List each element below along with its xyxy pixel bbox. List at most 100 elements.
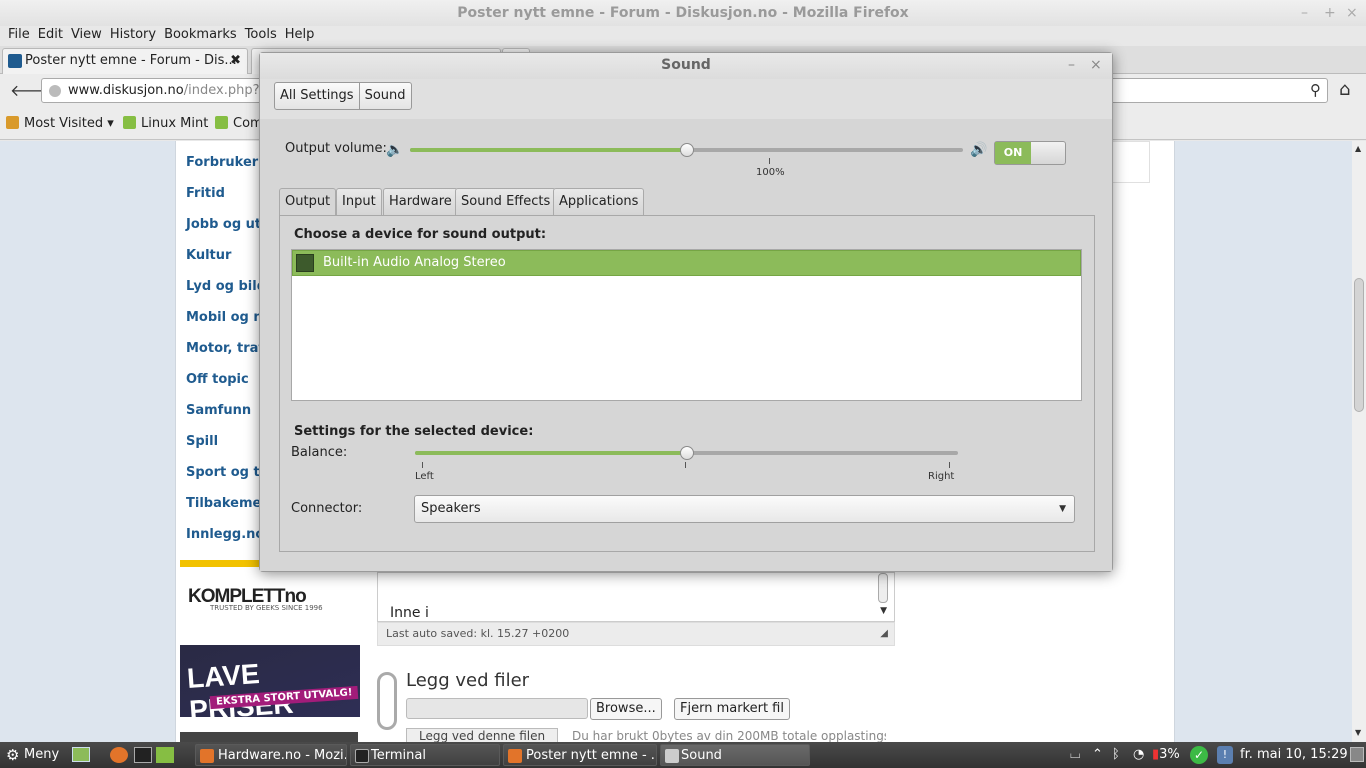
sound-settings-icon <box>665 749 679 763</box>
editor-text: Inne i <box>390 605 429 621</box>
firefox-launcher-icon[interactable] <box>110 747 128 763</box>
post-editor[interactable]: ▼ <box>377 572 895 622</box>
bookmark-most-visited[interactable]: Most Visited ▾ <box>6 116 114 131</box>
browser-tab-active[interactable]: Poster nytt emne - Forum - Dis... ✖ <box>2 48 248 74</box>
update-manager-icon[interactable]: ✓ <box>1190 746 1208 764</box>
gear-icon: ⚙ <box>6 746 20 764</box>
url-host: www.diskusjon.no <box>68 83 184 98</box>
menubar: File Edit View History Bookmarks Tools Help <box>0 26 1366 46</box>
scroll-down-icon[interactable]: ▼ <box>880 606 887 616</box>
clock[interactable]: fr. mai 10, 15:29 <box>1240 745 1348 765</box>
tab-hardware[interactable]: Hardware <box>383 188 458 215</box>
minimize-icon[interactable]: – <box>1068 53 1075 77</box>
device-name: Built-in Audio Analog Stereo <box>323 255 506 270</box>
forum-link[interactable]: Samfunn <box>186 403 251 418</box>
forum-link[interactable]: Fritid <box>186 186 225 201</box>
workspace-icon[interactable] <box>1350 747 1364 762</box>
bluetooth-icon[interactable]: ᛒ <box>1112 745 1120 765</box>
taskbar-window-hardware[interactable]: Hardware.no - Mozi... <box>195 744 347 766</box>
tab-sound-effects[interactable]: Sound Effects <box>455 188 557 215</box>
tab-input[interactable]: Input <box>336 188 382 215</box>
tab-applications[interactable]: Applications <box>553 188 645 215</box>
choose-device-heading: Choose a device for sound output: <box>294 227 547 242</box>
files-launcher-icon[interactable] <box>156 747 174 763</box>
editor-scrollbar[interactable] <box>878 573 888 603</box>
dialog-header: All Settings Sound <box>260 79 1112 119</box>
sound-crumb-button[interactable]: Sound <box>358 83 411 109</box>
scroll-down-icon[interactable]: ▼ <box>1355 728 1361 737</box>
browse-button[interactable]: Browse... <box>590 698 662 720</box>
file-path-field[interactable] <box>406 698 588 719</box>
forum-link[interactable]: Lyd og bild <box>186 279 266 294</box>
window-title: Poster nytt emne - Forum - Diskusjon.no … <box>457 5 909 21</box>
menu-file[interactable]: File <box>4 26 34 44</box>
close-icon[interactable]: × <box>1090 53 1102 77</box>
bookmark-label: Linux Mint <box>141 116 209 131</box>
forum-link[interactable]: Forbruker <box>186 155 258 170</box>
forum-link[interactable]: Off topic <box>186 372 249 387</box>
remove-file-button[interactable]: Fjern markert fil <box>674 698 790 720</box>
maximize-icon[interactable]: + <box>1324 0 1336 26</box>
komplett-logo[interactable]: KOMPLETTno TRUSTED BY GEEKS SINCE 1996 <box>188 586 358 618</box>
quota-text: Du har brukt 0bytes av din 200MB totale … <box>571 729 886 742</box>
page-scrollbar[interactable] <box>1352 141 1366 742</box>
minimize-icon[interactable]: – <box>1301 0 1308 26</box>
output-toggle[interactable]: ON <box>994 141 1066 165</box>
volume-low-icon: 🔈 <box>386 142 404 158</box>
search-icon[interactable]: ⚲ <box>1310 79 1321 102</box>
balance-label: Balance: <box>291 445 348 460</box>
all-settings-button[interactable]: All Settings <box>275 83 359 109</box>
menu-tools[interactable]: Tools <box>241 26 281 44</box>
terminal-launcher-icon[interactable] <box>134 747 152 763</box>
balance-tick-center <box>685 462 686 468</box>
balance-tick-left <box>422 462 423 468</box>
battery-status[interactable]: ▮3% <box>1152 745 1180 765</box>
forum-link[interactable]: Spill <box>186 434 218 449</box>
connector-select[interactable]: Speakers ▼ <box>414 495 1075 523</box>
tab-close-icon[interactable]: ✖ <box>230 49 241 73</box>
forum-link[interactable]: Jobb og utd <box>186 217 270 232</box>
resize-grip-icon[interactable]: ◢ <box>880 623 888 645</box>
bookmark-community[interactable]: Com <box>215 116 263 131</box>
menu-edit[interactable]: Edit <box>34 26 67 44</box>
chevron-up-icon[interactable]: ⌃ <box>1092 745 1103 765</box>
home-icon[interactable]: ⌂ <box>1339 79 1350 100</box>
shield-icon[interactable]: ! <box>1217 746 1233 764</box>
ad-banner[interactable]: LAVE PRISER EKSTRA STORT UTVALG! <box>180 645 360 726</box>
panel-icon[interactable]: ⌴ <box>1070 745 1080 765</box>
start-menu-button[interactable]: ⚙ Meny <box>2 744 66 766</box>
forum-link[interactable]: Kultur <box>186 248 231 263</box>
balance-knob[interactable] <box>680 446 694 460</box>
scrollbar-thumb[interactable] <box>1354 278 1364 412</box>
wifi-icon[interactable]: ◔ <box>1133 745 1144 765</box>
attach-file-button[interactable]: Legg ved denne filen <box>406 728 559 742</box>
menu-view[interactable]: View <box>67 26 106 44</box>
tab-label: Poster nytt emne - Forum - Dis... <box>25 53 237 68</box>
menu-history[interactable]: History <box>106 26 160 44</box>
taskbar: ⚙ Meny Hardware.no - Mozi... Terminal Po… <box>0 742 1366 768</box>
taskbar-window-poster[interactable]: Poster nytt emne - ... <box>503 744 657 766</box>
bookmark-linux-mint[interactable]: Linux Mint <box>123 116 208 131</box>
volume-tick <box>769 158 770 164</box>
scroll-up-icon[interactable]: ▲ <box>1355 144 1361 153</box>
firefox-icon <box>200 749 214 763</box>
close-icon[interactable]: × <box>1346 0 1358 26</box>
show-desktop-icon[interactable] <box>72 747 90 762</box>
menu-help[interactable]: Help <box>281 26 319 44</box>
tab-output[interactable]: Output <box>279 188 337 216</box>
taskbar-window-terminal[interactable]: Terminal <box>350 744 500 766</box>
page-box <box>1108 141 1150 183</box>
taskbar-window-sound[interactable]: Sound <box>660 744 810 766</box>
dropdown-arrow-icon: ▼ <box>1059 504 1066 514</box>
forum-link[interactable]: Innlegg.no- <box>186 527 270 542</box>
site-identity-icon[interactable] <box>49 85 61 97</box>
sound-dialog: Sound – × All Settings Sound Output volu… <box>259 52 1113 572</box>
menu-bookmarks[interactable]: Bookmarks <box>160 26 241 44</box>
start-menu-label: Meny <box>24 747 60 762</box>
terminal-icon <box>355 749 369 763</box>
balance-fill <box>415 451 687 455</box>
sound-card-icon <box>296 254 314 272</box>
device-row-selected[interactable]: Built-in Audio Analog Stereo <box>292 250 1081 276</box>
device-list[interactable]: Built-in Audio Analog Stereo <box>291 249 1082 401</box>
volume-knob[interactable] <box>680 143 694 157</box>
